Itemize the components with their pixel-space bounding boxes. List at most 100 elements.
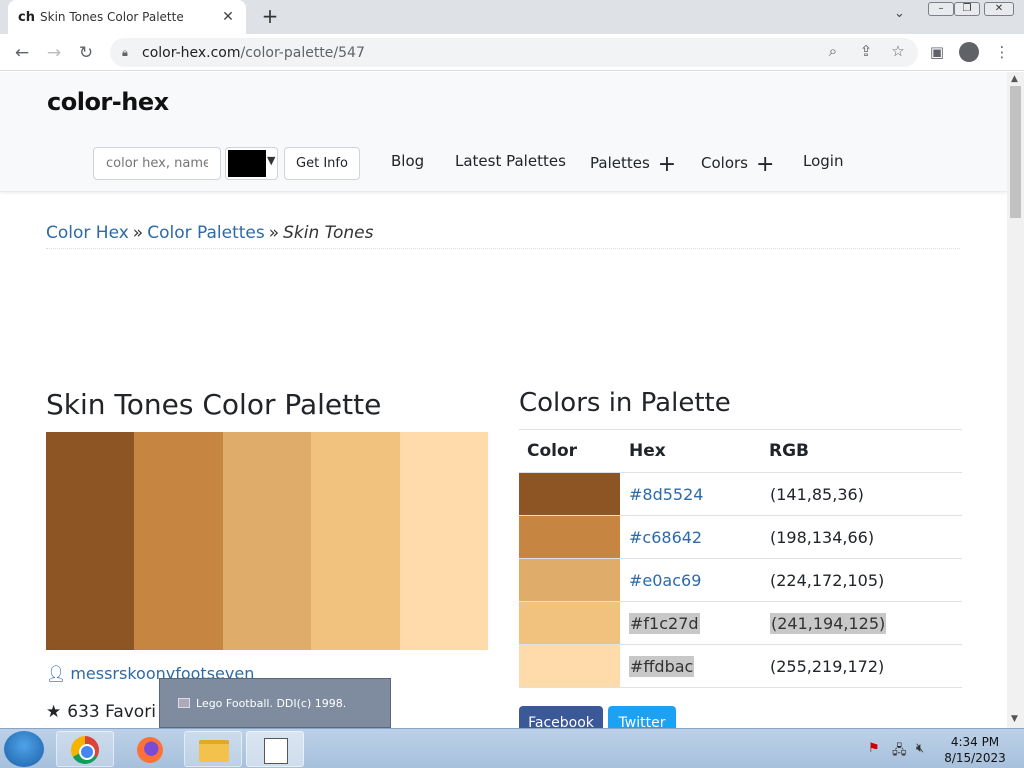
palette-color-block[interactable]: [134, 432, 223, 650]
nav-colors[interactable]: Colors +: [701, 152, 774, 177]
scroll-down-arrow-icon[interactable]: ▼: [1011, 714, 1018, 724]
breadcrumb-current: Skin Tones: [283, 223, 374, 243]
nav-login[interactable]: Login: [803, 152, 843, 170]
color-swatch-cell: [519, 558, 620, 602]
url-host: color-hex.com: [142, 44, 241, 61]
url-path: /color-palette/547: [240, 44, 365, 61]
menu-kebab-icon[interactable]: ⋮: [991, 43, 1013, 61]
breadcrumb: Color Hex» Color Palettes» Skin Tones: [46, 223, 960, 249]
profile-avatar[interactable]: [959, 42, 979, 62]
address-bar[interactable]: 🔒︎ color-hex.com/color-palette/547 ⌕ ⇪ ☆: [110, 38, 918, 67]
action-center-flag-icon[interactable]: ⚑: [868, 741, 880, 756]
breadcrumb-color-palettes[interactable]: Color Palettes: [147, 223, 265, 243]
color-swatch[interactable]: [519, 645, 620, 687]
chrome-icon: [71, 736, 99, 764]
app-window-icon: [264, 738, 288, 764]
system-clock[interactable]: 4:34 PM 8/15/2023: [938, 734, 1012, 766]
zoom-search-icon[interactable]: ⌕: [822, 42, 844, 60]
new-tab-button[interactable]: +: [258, 4, 282, 28]
color-swatch[interactable]: [519, 473, 620, 515]
breadcrumb-separator: »: [268, 223, 280, 243]
palette-color-block[interactable]: [399, 432, 489, 650]
search-input[interactable]: [93, 147, 221, 180]
network-icon[interactable]: 🖧: [892, 741, 907, 763]
minimize-button[interactable]: –: [928, 2, 954, 16]
hex-cell: #c68642: [620, 515, 761, 559]
site-header: color-hex ▼ Get Info Blog Latest Palette…: [0, 72, 1007, 192]
tab-close-icon[interactable]: ✕: [220, 9, 236, 25]
favorites-label: Favori: [105, 702, 156, 722]
scroll-up-arrow-icon[interactable]: ▲: [1011, 74, 1018, 84]
share-icon[interactable]: ⇪: [855, 42, 877, 60]
reload-icon[interactable]: ↻: [74, 41, 98, 65]
taskbar-lego-football[interactable]: [246, 731, 304, 767]
breadcrumb-color-hex[interactable]: Color Hex: [46, 223, 129, 243]
page-scrollbar[interactable]: ▲ ▼: [1007, 72, 1024, 728]
bookmark-star-icon[interactable]: ☆: [887, 42, 909, 60]
palette-color-block[interactable]: [46, 432, 135, 650]
nav-palettes[interactable]: Palettes +: [590, 152, 676, 177]
color-swatch[interactable]: [519, 559, 620, 601]
lock-icon: 🔒︎: [122, 45, 128, 59]
start-button[interactable]: [4, 731, 44, 767]
nav-latest-palettes[interactable]: Latest Palettes: [455, 152, 566, 170]
color-swatch-cell: [519, 472, 620, 516]
tab-title: Skin Tones Color Palette: [40, 10, 184, 24]
table-row: #e0ac69 (224,172,105): [519, 558, 962, 602]
hex-link[interactable]: #ffdbac: [629, 655, 695, 677]
caret-down-icon: ▼: [267, 154, 276, 167]
browser-toolbar: ← → ↻ 🔒︎ color-hex.com/color-palette/547…: [0, 34, 1024, 71]
folder-icon: [199, 740, 229, 762]
hex-cell: #f1c27d: [620, 601, 761, 645]
header-hex: Hex: [620, 429, 761, 473]
scroll-thumb[interactable]: [1010, 86, 1021, 218]
table-row: #8d5524 (141,85,36): [519, 472, 962, 516]
facebook-share-button[interactable]: Facebook: [519, 706, 603, 728]
forward-icon[interactable]: →: [42, 41, 66, 65]
plus-icon: +: [755, 152, 775, 177]
favorites-number: 633: [67, 702, 100, 722]
volume-muted-icon[interactable]: 🔇︎: [916, 741, 924, 756]
taskbar-file-explorer[interactable]: [184, 731, 242, 767]
colors-in-palette-title: Colors in Palette: [519, 388, 731, 418]
back-icon[interactable]: ←: [10, 41, 34, 65]
tooltip-text: Lego Football. DDI(c) 1998.: [196, 697, 347, 710]
color-swatch-cell: [519, 515, 620, 559]
rgb-value: (198,134,66): [770, 527, 875, 547]
site-logo[interactable]: color-hex: [47, 88, 169, 116]
side-panel-icon[interactable]: ▣: [926, 43, 948, 61]
palette-color-block[interactable]: [311, 432, 400, 650]
palette-color-block[interactable]: [222, 432, 312, 650]
rgb-value: (241,194,125): [770, 612, 887, 634]
rgb-cell: (255,219,172): [761, 644, 962, 688]
tab-search-chevron-icon[interactable]: ⌄: [894, 6, 905, 21]
close-window-button[interactable]: ✕: [984, 2, 1014, 16]
rgb-value: (141,85,36): [770, 484, 864, 504]
hex-link[interactable]: #f1c27d: [629, 612, 700, 634]
site-favicon-icon: ch: [18, 9, 35, 25]
browser-tab[interactable]: ch Skin Tones Color Palette ✕: [8, 0, 246, 34]
maximize-button[interactable]: ❐: [954, 2, 980, 16]
taskbar-firefox[interactable]: [120, 731, 178, 767]
twitter-share-button[interactable]: Twitter: [608, 706, 676, 728]
rgb-cell: (224,172,105): [761, 558, 962, 602]
table-row: #f1c27d (241,194,125): [519, 601, 962, 645]
table-row: #ffdbac (255,219,172): [519, 644, 962, 688]
firefox-icon: [137, 737, 163, 763]
color-picker[interactable]: ▼: [225, 147, 278, 180]
hex-link[interactable]: #e0ac69: [629, 571, 701, 590]
color-swatch[interactable]: [519, 602, 620, 644]
hex-cell: #e0ac69: [620, 558, 761, 602]
taskbar-chrome[interactable]: [56, 731, 114, 767]
hex-link[interactable]: #c68642: [629, 528, 702, 547]
get-info-button[interactable]: Get Info: [284, 147, 360, 180]
page-content: color-hex ▼ Get Info Blog Latest Palette…: [0, 72, 1007, 728]
nav-colors-label: Colors: [701, 154, 748, 172]
nav-blog[interactable]: Blog: [391, 152, 424, 170]
color-swatch[interactable]: [519, 516, 620, 558]
nav-palettes-label: Palettes: [590, 154, 650, 172]
color-picker-swatch: [228, 150, 266, 177]
hex-link[interactable]: #8d5524: [629, 485, 703, 504]
color-swatch-cell: [519, 644, 620, 688]
taskbar-tooltip: Lego Football. DDI(c) 1998.: [159, 678, 391, 728]
